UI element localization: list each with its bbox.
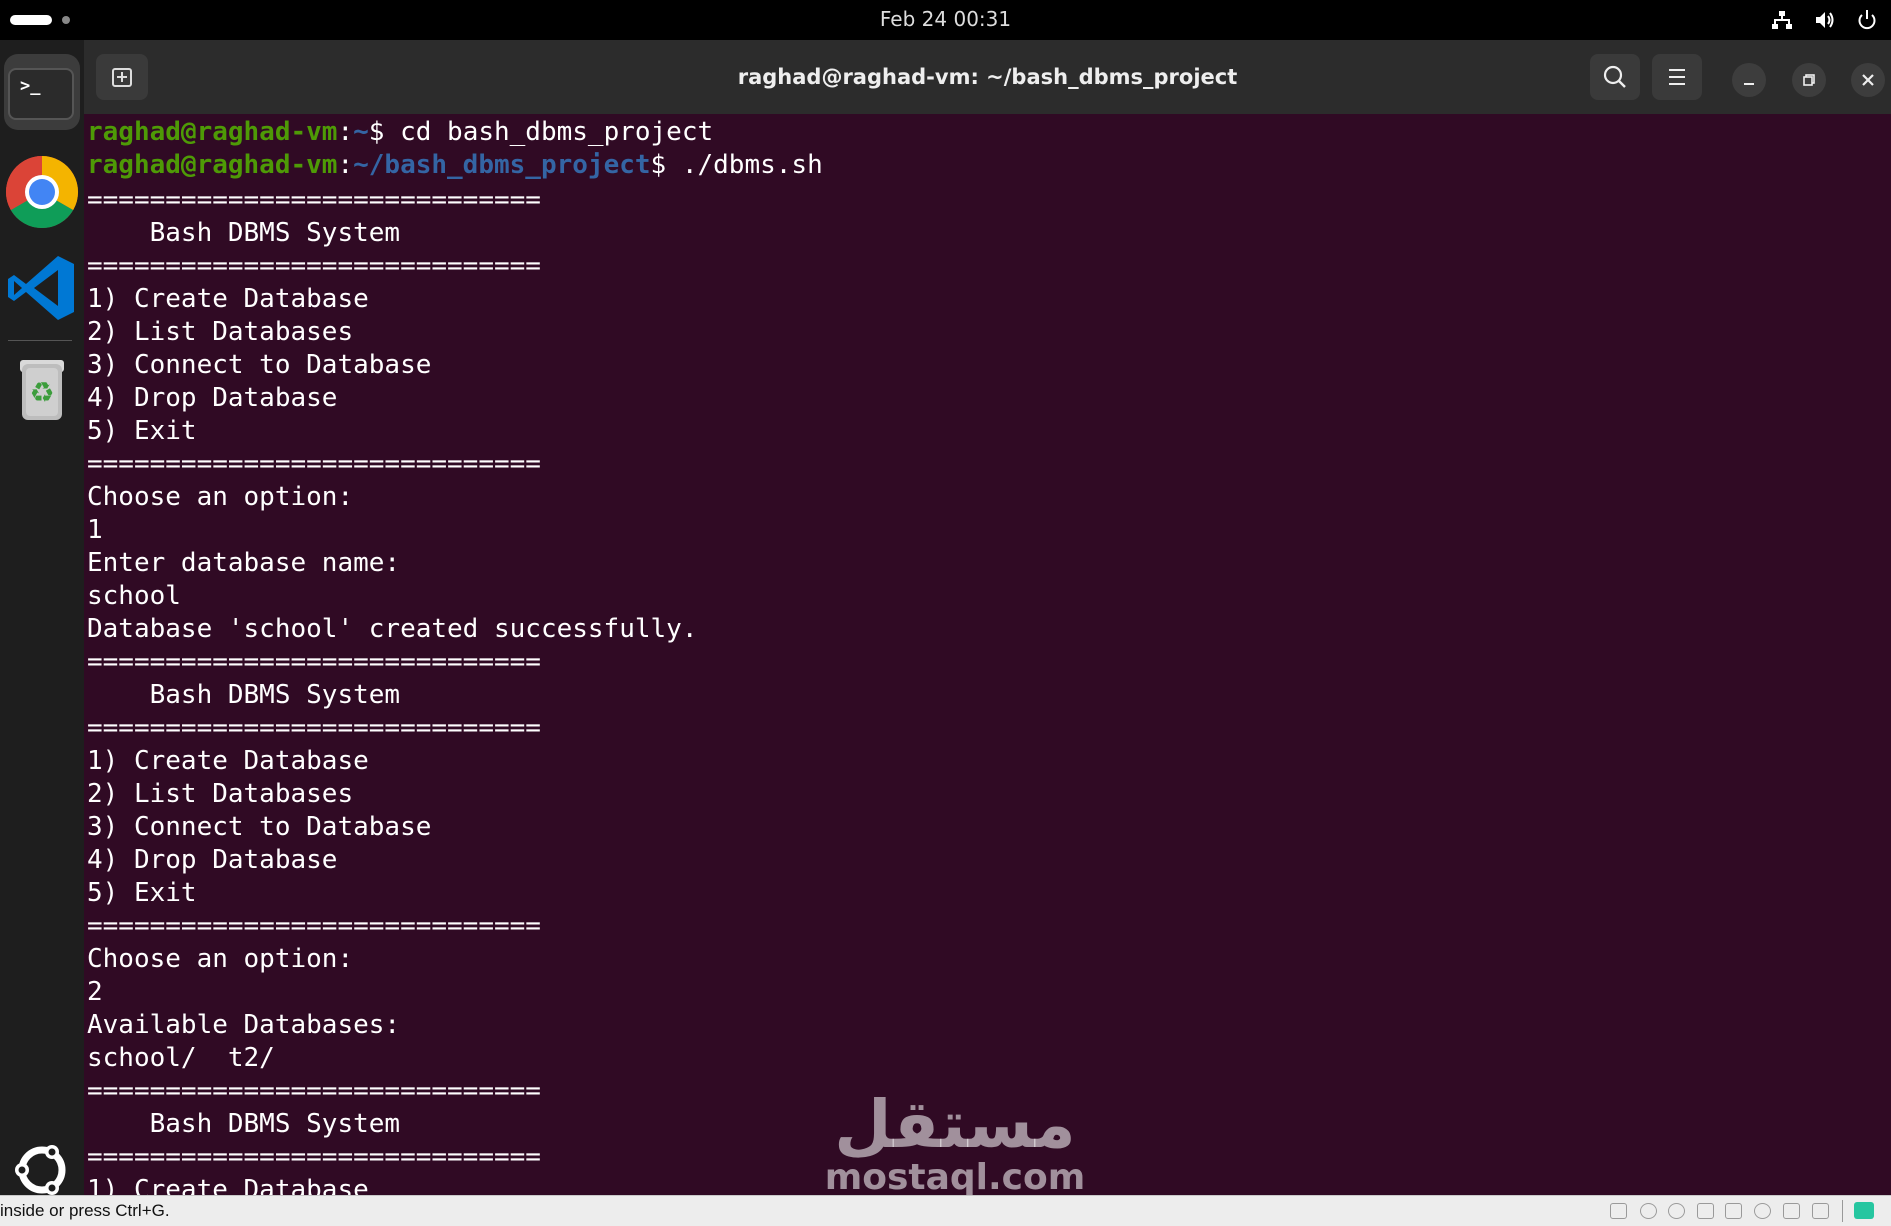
maximize-button[interactable] [1792, 63, 1826, 97]
vscode-icon [8, 256, 74, 320]
trash-icon: ♻ [20, 360, 64, 420]
output-line: 1 [87, 515, 103, 545]
output-line: 2) List Databases [87, 317, 354, 347]
menu-button[interactable] [1652, 54, 1702, 100]
close-icon [1862, 74, 1874, 86]
output-line: 2) List Databases [87, 779, 354, 809]
dock: >_ ♻ [0, 40, 84, 1195]
output-line: 4) Drop Database [87, 845, 338, 875]
output-line: 5) Exit [87, 878, 197, 908]
output-line: ============================= [87, 251, 541, 281]
output-line: Database 'school' created successfully. [87, 614, 698, 644]
output-line: 1) Create Database [87, 1175, 369, 1195]
output-line: Choose an option: [87, 482, 354, 512]
svg-text:♻: ♻ [29, 376, 54, 409]
output-line: 3) Connect to Database [87, 350, 432, 380]
dock-separator [8, 340, 72, 341]
output-line: school/ t2/ [87, 1043, 275, 1073]
usb-icon[interactable] [1754, 1203, 1771, 1219]
top-bar: Feb 24 00:31 [0, 0, 1891, 40]
clock[interactable]: Feb 24 00:31 [0, 0, 1891, 38]
status-hint: inside or press Ctrl+G. [0, 1201, 170, 1220]
terminal-glyph: >_ [20, 76, 41, 96]
command-text: ./dbms.sh [681, 150, 823, 180]
output-line: Bash DBMS System [87, 218, 401, 248]
prompt-line: raghad@raghad-vm:~$ cd bash_dbms_project [87, 117, 714, 147]
prompt-line: raghad@raghad-vm:~/bash_dbms_project$ ./… [87, 150, 823, 180]
chrome-icon [5, 155, 79, 229]
minimize-icon [1744, 83, 1754, 85]
output-line: 1) Create Database [87, 746, 369, 776]
dock-trash[interactable]: ♻ [4, 350, 80, 426]
close-button[interactable] [1851, 63, 1885, 97]
host-key-icon[interactable] [1854, 1202, 1874, 1219]
output-line: ============================= [87, 1142, 541, 1172]
power-icon[interactable] [1856, 9, 1878, 31]
output-line: Bash DBMS System [87, 1109, 401, 1139]
audio-icon[interactable] [1725, 1203, 1742, 1219]
prompt-path: ~/bash_dbms_project [353, 150, 651, 180]
dock-vscode[interactable] [4, 250, 80, 326]
prompt-path: ~ [353, 117, 369, 147]
network-adapter-icon[interactable] [1697, 1203, 1714, 1219]
prompt-user: raghad@raghad-vm [87, 150, 338, 180]
minimize-button[interactable] [1732, 63, 1766, 97]
output-line: ============================= [87, 911, 541, 941]
output-line: 3) Connect to Database [87, 812, 432, 842]
output-line: ============================= [87, 713, 541, 743]
output-line: 1) Create Database [87, 284, 369, 314]
restore-icon [1803, 74, 1815, 86]
tray-separator [1842, 1200, 1843, 1222]
program-output: ============================= Bash DBMS … [87, 184, 1887, 1195]
output-line: ============================= [87, 1076, 541, 1106]
output-line: ============================= [87, 449, 541, 479]
output-line: school [87, 581, 181, 611]
terminal-output[interactable]: raghad@raghad-vm:~$ cd bash_dbms_project… [87, 114, 1887, 1195]
header-bar[interactable]: raghad@raghad-vm: ~/bash_dbms_project [84, 40, 1891, 114]
search-icon [1603, 65, 1626, 88]
volume-icon[interactable] [1814, 9, 1836, 31]
terminal-icon: >_ [8, 68, 74, 120]
dock-chrome[interactable] [4, 154, 80, 230]
host-status-bar: inside or press Ctrl+G. [0, 1195, 1891, 1226]
hdd-icon[interactable] [1610, 1203, 1627, 1219]
search-button[interactable] [1590, 54, 1640, 100]
output-line: Choose an option: [87, 944, 354, 974]
output-line: Available Databases: [87, 1010, 401, 1040]
output-line: ============================= [87, 647, 541, 677]
output-line: Bash DBMS System [87, 680, 401, 710]
prompt-user: raghad@raghad-vm [87, 117, 338, 147]
output-line: 2 [87, 977, 103, 1007]
output-line: Enter database name: [87, 548, 401, 578]
dock-terminal[interactable]: >_ [4, 54, 80, 130]
network-icon[interactable] [1771, 9, 1793, 31]
optical-drive-icon[interactable] [1640, 1203, 1657, 1219]
command-text: cd bash_dbms_project [400, 117, 714, 147]
output-line: ============================= [87, 185, 541, 215]
audio-disc-icon[interactable] [1668, 1203, 1685, 1219]
output-line: 4) Drop Database [87, 383, 338, 413]
shared-folder-icon[interactable] [1783, 1203, 1800, 1219]
recording-icon[interactable] [1812, 1203, 1829, 1219]
terminal-window: raghad@raghad-vm: ~/bash_dbms_project ra… [84, 40, 1891, 1195]
hamburger-icon [1669, 69, 1685, 85]
output-line: 5) Exit [87, 416, 197, 446]
